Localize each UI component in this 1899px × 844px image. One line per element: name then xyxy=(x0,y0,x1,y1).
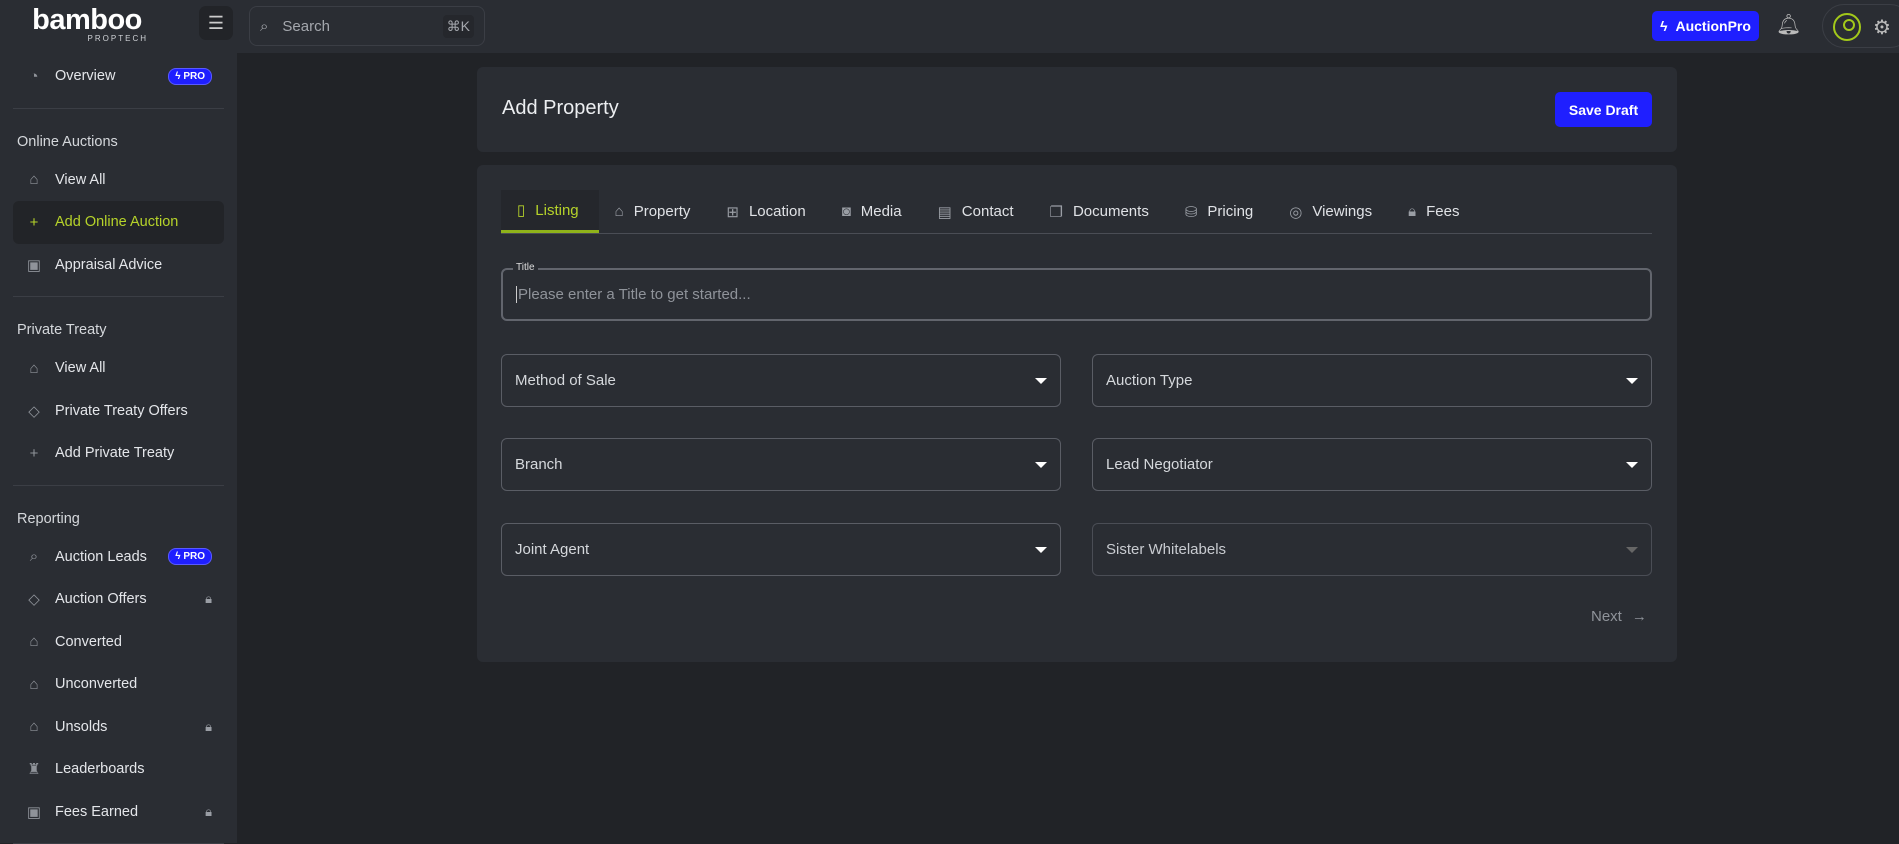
divider xyxy=(13,107,224,109)
sidebar-item-converted[interactable]: ⌂ Converted xyxy=(13,621,224,664)
bell-icon[interactable]: 🔔︎ xyxy=(1776,12,1801,37)
tab-listing[interactable]: ▯ Listing xyxy=(501,190,599,233)
sidebar-item-overview[interactable]: ◔ Overview ϟ PRO xyxy=(13,55,224,98)
save-draft-button[interactable]: Save Draft xyxy=(1555,92,1652,127)
user-avatar-icon[interactable] xyxy=(1833,13,1861,41)
form-card: ▯ Listing ⌂ Property ⊞ Location ◙ Media ▤ Con… xyxy=(477,165,1677,662)
logo[interactable]: bamboo PROPTECH xyxy=(26,6,148,44)
section-private-treaty: Private Treaty xyxy=(17,322,107,338)
focus-location-icon: ◎ xyxy=(1289,203,1303,221)
next-button[interactable]: Next → xyxy=(1591,608,1647,625)
section-online-auctions: Online Auctions xyxy=(17,133,118,150)
tag-icon: ◇ xyxy=(28,402,40,420)
title-input[interactable]: Title Please enter a Title to get started… xyxy=(501,262,1652,321)
pro-badge: ϟ PRO xyxy=(168,67,212,85)
caret-down-icon xyxy=(1626,546,1638,553)
building-icon: ▯ xyxy=(517,202,526,219)
lock-icon: 🔒︎ xyxy=(205,591,212,607)
lock-icon: 🔒︎ xyxy=(1408,203,1417,220)
lightning-icon: ϟ xyxy=(1660,18,1668,34)
plus-icon: + xyxy=(29,213,39,231)
sidebar-item-private-treaty-offers[interactable]: ◇ Private Treaty Offers xyxy=(13,390,224,433)
search-icon: ⌕ xyxy=(260,17,269,35)
section-reporting: Reporting xyxy=(17,510,80,527)
lock-icon: 🔒︎ xyxy=(205,718,212,734)
house-off-icon: ⌂ xyxy=(29,675,39,693)
joint-agent-select[interactable]: Joint Agent xyxy=(501,523,1061,576)
title-placeholder: Please enter a Title to get started... xyxy=(516,286,751,303)
house-icon: ⌂ xyxy=(29,359,39,377)
sidebar-item-unsolds[interactable]: ⌂ Unsolds 🔒︎ xyxy=(13,706,224,749)
caret-down-icon xyxy=(1626,461,1638,468)
tab-contact[interactable]: ▤ Contact xyxy=(922,190,1034,233)
hamburger-icon: ☰ xyxy=(207,12,225,33)
house-icon: ⌂ xyxy=(614,203,624,220)
sidebar-item-fees-earned[interactable]: ▣ Fees Earned 🔒︎ xyxy=(13,791,224,834)
search-icon: ⌕ xyxy=(29,548,39,566)
sister-whitelabels-select[interactable]: Sister Whitelabels xyxy=(1092,523,1652,576)
auction-pro-button[interactable]: ϟ AuctionPro xyxy=(1652,11,1759,41)
auction-type-select[interactable]: Auction Type xyxy=(1092,354,1652,407)
house-icon: ⌂ xyxy=(29,633,39,651)
top-bar: bamboo PROPTECH ☰ ⌕ Search ⌘K ϟ AuctionPro 🔔… xyxy=(0,0,1899,53)
sidebar-item-add-private-treaty[interactable]: + Add Private Treaty xyxy=(13,432,224,475)
lead-negotiator-select[interactable]: Lead Negotiator xyxy=(1092,438,1652,491)
sidebar-item-auction-offers[interactable]: ◇ Auction Offers 🔒︎ xyxy=(13,578,224,621)
gauge-icon: ◔ xyxy=(29,67,39,85)
sidebar-item-appraisal-advice[interactable]: ▣ Appraisal Advice xyxy=(13,244,224,287)
tab-media[interactable]: ◙ Media xyxy=(826,190,922,233)
page-header-card: Add Property Save Draft xyxy=(477,67,1677,152)
trophy-icon: ♜ xyxy=(27,761,41,779)
sidebar-item-view-all-auctions[interactable]: ⌂ View All xyxy=(13,159,224,202)
arrow-right-icon: → xyxy=(1631,608,1647,625)
files-icon: ❐ xyxy=(1049,203,1063,221)
divider xyxy=(13,484,224,486)
search-input[interactable]: ⌕ Search ⌘K xyxy=(249,6,485,46)
page-title: Add Property xyxy=(502,97,619,119)
map-search-icon: ⊞ xyxy=(726,203,739,221)
caret-down-icon xyxy=(1035,377,1047,384)
house-x-icon: ⌂ xyxy=(29,718,39,736)
cash-icon: ▣ xyxy=(26,803,42,821)
tab-documents[interactable]: ❐ Documents xyxy=(1034,190,1169,233)
pro-badge: ϟ PRO xyxy=(168,548,212,566)
tab-property[interactable]: ⌂ Property xyxy=(599,190,711,233)
caret-down-icon xyxy=(1035,546,1047,553)
tab-viewings[interactable]: ◎ Viewings xyxy=(1273,190,1392,233)
sidebar-item-view-all-treaty[interactable]: ⌂ View All xyxy=(13,347,224,390)
method-of-sale-select[interactable]: Method of Sale xyxy=(501,354,1061,407)
sidebar-item-leaderboards[interactable]: ♜ Leaderboards xyxy=(13,748,224,791)
sidebar-item-unconverted[interactable]: ⌂ Unconverted xyxy=(13,663,224,706)
plus-icon: + xyxy=(29,444,39,462)
branch-select[interactable]: Branch xyxy=(501,438,1061,491)
lock-icon: 🔒︎ xyxy=(205,803,212,819)
user-menu[interactable]: ⚙ xyxy=(1822,4,1899,48)
tab-bar: ▯ Listing ⌂ Property ⊞ Location ◙ Media ▤ Con… xyxy=(501,190,1652,234)
tab-fees[interactable]: 🔒︎ Fees xyxy=(1392,190,1479,233)
tab-pricing[interactable]: ⛁ Pricing xyxy=(1169,190,1273,233)
cards-icon: ▣ xyxy=(26,256,42,274)
caret-down-icon xyxy=(1035,461,1047,468)
coins-icon: ⛁ xyxy=(1184,203,1198,221)
tag-icon: ◇ xyxy=(28,591,40,609)
tab-location[interactable]: ⊞ Location xyxy=(710,190,825,233)
search-placeholder: Search xyxy=(282,17,330,35)
search-shortcut: ⌘K xyxy=(442,14,474,38)
address-book-icon: ▤ xyxy=(937,203,952,221)
sidebar-item-add-online-auction[interactable]: + Add Online Auction xyxy=(13,201,224,244)
sidebar-item-auction-leads[interactable]: ⌕ Auction Leads ϟ PRO xyxy=(13,536,224,579)
menu-toggle-button[interactable]: ☰ xyxy=(199,6,233,40)
camera-icon: ◙ xyxy=(841,203,851,220)
caret-down-icon xyxy=(1626,377,1638,384)
house-search-icon: ⌂ xyxy=(29,171,39,189)
sidebar: ◔ Overview ϟ PRO Online Auctions ⌂ View All… xyxy=(0,53,237,844)
title-label: Title xyxy=(513,262,538,273)
divider xyxy=(13,296,224,297)
gear-icon[interactable]: ⚙ xyxy=(1873,15,1891,40)
